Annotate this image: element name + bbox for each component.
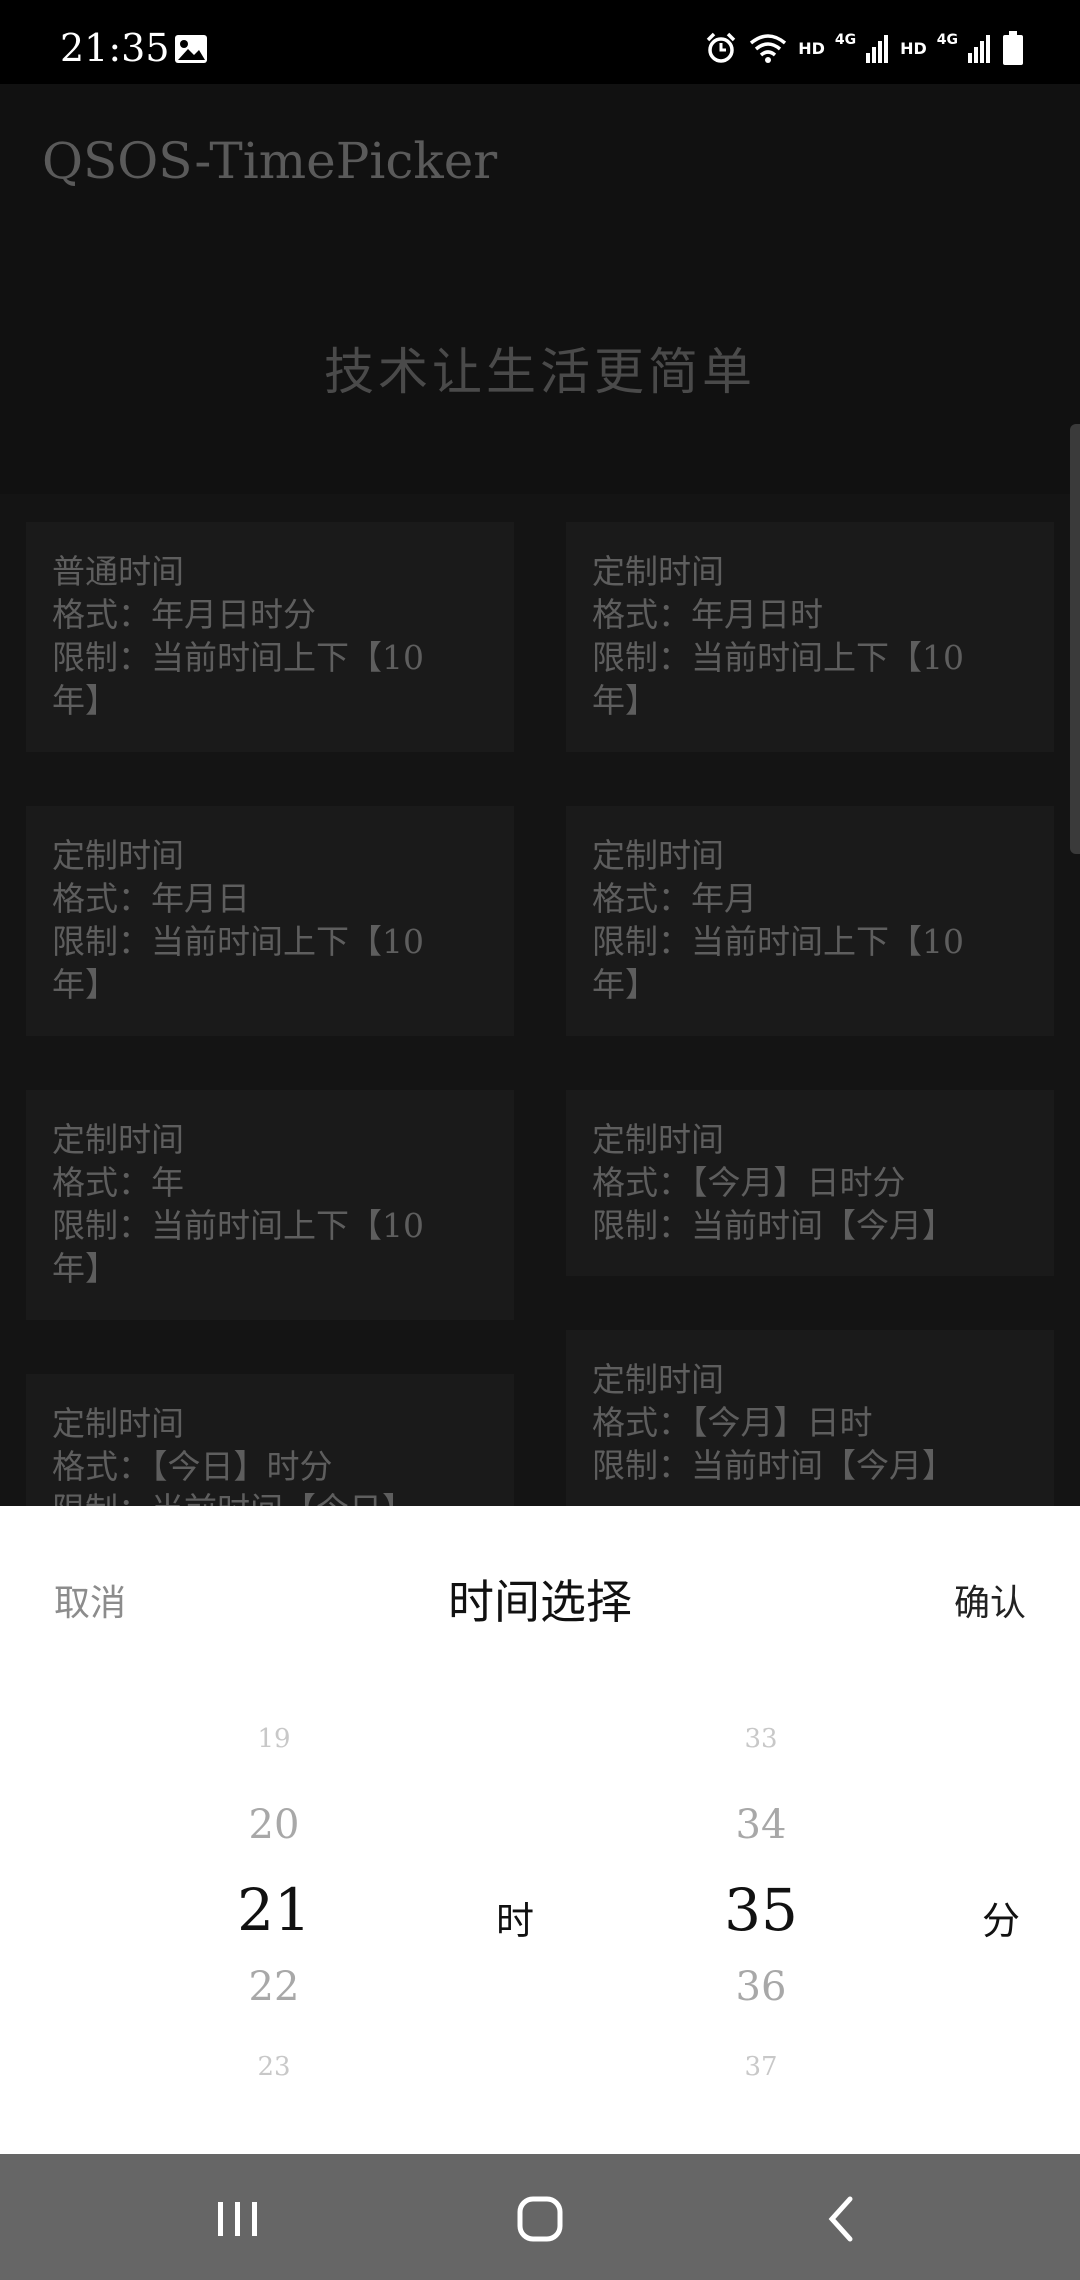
card-line: 年】 (592, 681, 658, 720)
card-line: 限制：当前时间上下【10 (592, 922, 964, 961)
card-line: 格式：年月日时 (592, 595, 823, 634)
card-line: 定制时间 (52, 1404, 184, 1443)
card-time-picker-option[interactable]: 定制时间 格式：年 限制：当前时间上下【10 年】 (26, 1090, 514, 1320)
card-line: 定制时间 (52, 1120, 184, 1159)
card-line: 格式：年月 (592, 879, 757, 918)
app-header: QSOS-TimePicker 技术让生活更简单 (0, 84, 1080, 494)
recent-apps-icon[interactable] (208, 2194, 268, 2244)
card-grid: 普通时间 格式：年月日时分 限制：当前时间上下【10 年】 定制时间 格式：年月… (0, 494, 1080, 1506)
navigation-bar (0, 2154, 1080, 2280)
card-line: 定制时间 (592, 552, 724, 591)
app-title: QSOS-TimePicker (42, 132, 498, 190)
time-picker-sheet: 取消 时间选择 确认 19 20 21 22 23 时 33 34 35 36 … (0, 1506, 1080, 2154)
minute-option[interactable]: 34 (641, 1802, 881, 1848)
card-time-picker-option[interactable]: 定制时间 格式：【今日】时分 限制：当前时间【今日】 (26, 1374, 514, 1506)
card-line: 普通时间 (52, 552, 184, 591)
card-line: 格式：年月日 (52, 879, 250, 918)
sheet-title: 时间选择 (448, 1575, 632, 1629)
card-line: 格式：年月日时分 (52, 595, 316, 634)
minute-option[interactable]: 36 (641, 1964, 881, 2010)
minute-selected[interactable]: 35 (641, 1876, 881, 1944)
hour-option[interactable]: 19 (154, 1724, 394, 1754)
card-line: 格式：【今日】时分 (52, 1447, 333, 1486)
card-line: 格式：【今月】日时分 (592, 1163, 906, 1202)
signal-icon (968, 35, 990, 63)
card-line: 限制：当前时间【今日】 (52, 1488, 488, 1506)
card-line: 年】 (52, 681, 118, 720)
card-time-picker-option[interactable]: 定制时间 格式：年月 限制：当前时间上下【10 年】 (566, 806, 1054, 1036)
card-line: 限制：当前时间上下【10 (52, 922, 424, 961)
card-time-picker-option[interactable]: 定制时间 格式：年月日时 限制：当前时间上下【10 年】 (566, 522, 1054, 752)
wifi-icon (750, 34, 787, 63)
card-line: 定制时间 (592, 1120, 724, 1159)
card-line: 限制：当前时间【今月】 (592, 1206, 955, 1245)
card-line: 年】 (52, 965, 118, 1004)
card-time-picker-option[interactable]: 定制时间 格式：【今月】日时分 限制：当前时间【今月】 (566, 1090, 1054, 1276)
battery-icon (1003, 31, 1023, 65)
confirm-button[interactable]: 确认 (954, 1574, 1026, 1626)
card-line: 限制：当前时间上下【10 (52, 638, 424, 677)
hour-unit-label: 时 (496, 1899, 535, 1943)
card-line: 格式：【今月】日时 (592, 1403, 873, 1442)
network-type-label: 4G (936, 32, 958, 48)
card-line: 年】 (52, 1249, 118, 1288)
slogan: 技术让生活更简单 (324, 343, 756, 401)
card-line: 定制时间 (592, 1360, 724, 1399)
home-icon[interactable] (510, 2194, 570, 2244)
minute-unit-label: 分 (982, 1899, 1021, 1943)
hd-label: HD (798, 38, 825, 58)
minute-option[interactable]: 37 (641, 2052, 881, 2082)
status-icons: HD 4G HD 4G (704, 28, 1024, 68)
card-time-picker-option[interactable]: 定制时间 格式：【今月】日时 限制：当前时间【今月】 (566, 1330, 1054, 1506)
hour-option[interactable]: 20 (154, 1802, 394, 1848)
hour-option[interactable]: 23 (154, 2052, 394, 2082)
hd-label: HD (900, 38, 927, 58)
status-bar: 21:35 HD 4G HD 4G (0, 0, 1080, 84)
card-line: 年】 (592, 965, 658, 1004)
network-type-label: 4G (834, 32, 857, 48)
hour-option[interactable]: 22 (154, 1964, 394, 2010)
gallery-icon (175, 35, 207, 63)
card-line: 限制：当前时间上下【10 (52, 1206, 424, 1245)
card-line: 定制时间 (52, 836, 184, 875)
signal-icon (866, 35, 889, 63)
hour-selected[interactable]: 21 (154, 1876, 394, 1944)
back-icon[interactable] (812, 2194, 872, 2244)
card-line: 限制：当前时间上下【10 (592, 638, 964, 677)
card-time-picker-option[interactable]: 定制时间 格式：年月日 限制：当前时间上下【10 年】 (26, 806, 514, 1036)
status-time: 21:35 (60, 26, 170, 70)
alarm-icon (706, 32, 736, 63)
card-time-picker-option[interactable]: 普通时间 格式：年月日时分 限制：当前时间上下【10 年】 (26, 522, 514, 752)
card-line: 定制时间 (592, 836, 724, 875)
card-line: 格式：年 (52, 1163, 184, 1202)
minute-option[interactable]: 33 (641, 1724, 881, 1754)
scrollbar[interactable] (1070, 424, 1080, 854)
card-line: 限制：当前时间【今月】 (592, 1446, 955, 1485)
